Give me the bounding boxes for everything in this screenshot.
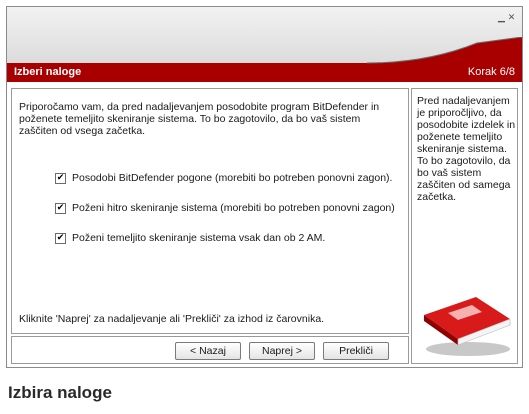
button-bar: < Nazaj Naprej > Prekliči (11, 336, 409, 364)
option-daily-deep-scan[interactable]: ✔ Poženi temeljito skeniranje sistema vs… (55, 232, 325, 244)
help-panel: Pred nadaljevanjem je priporočljivo, da … (411, 88, 518, 364)
step-header: Izberi naloge Korak 6/8 (7, 63, 522, 82)
red-book-icon (422, 297, 512, 356)
wizard-window: ▁ ✕ Izberi naloge Korak 6/8 Priporočamo … (6, 6, 523, 368)
step-title: Izberi naloge (14, 66, 82, 78)
cancel-button[interactable]: Prekliči (323, 342, 389, 360)
footer-hint: Kliknite 'Naprej' za nadaljevanje ali 'P… (19, 313, 325, 325)
checkbox-quick-scan[interactable]: ✔ (55, 202, 66, 214)
minimize-icon[interactable]: ▁ (497, 14, 506, 23)
intro-text: Priporočamo vam, da pred nadaljevanjem p… (19, 101, 380, 137)
figure-caption: Izbira naloge (8, 383, 112, 402)
step-counter: Korak 6/8 (467, 66, 515, 78)
help-text: Pred nadaljevanjem je priporočljivo, da … (417, 95, 516, 203)
option-label: Poženi hitro skeniranje sistema (morebit… (72, 202, 395, 214)
main-panel: Priporočamo vam, da pred nadaljevanjem p… (11, 88, 409, 334)
back-button[interactable]: < Nazaj (175, 342, 241, 360)
next-button[interactable]: Naprej > (249, 342, 315, 360)
option-quick-scan[interactable]: ✔ Poženi hitro skeniranje sistema (moreb… (55, 202, 395, 214)
checkbox-daily-deep-scan[interactable]: ✔ (55, 232, 66, 244)
checkbox-update-engines[interactable]: ✔ (55, 172, 66, 184)
option-update-engines[interactable]: ✔ Posodobi BitDefender pogone (morebiti … (55, 172, 392, 184)
option-label: Poženi temeljito skeniranje sistema vsak… (72, 232, 326, 244)
close-icon[interactable]: ✕ (507, 14, 516, 23)
option-label: Posodobi BitDefender pogone (morebiti bo… (72, 172, 393, 184)
window-controls: ▁ ✕ (497, 14, 516, 23)
